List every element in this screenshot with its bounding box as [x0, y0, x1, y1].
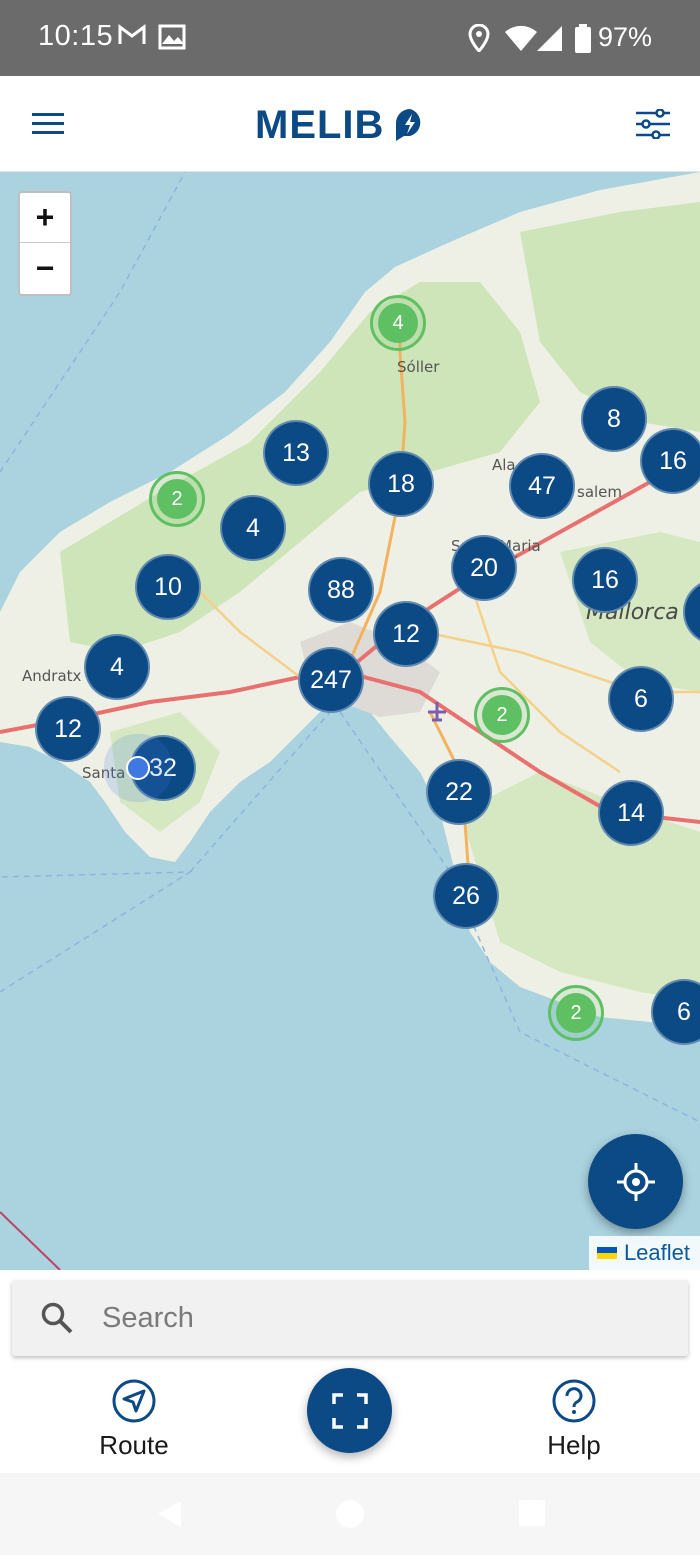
map-view[interactable]: + − Sóller Andratx Santa Ala salem Santa…	[0, 172, 700, 1270]
help-tab[interactable]: Help	[509, 1378, 639, 1461]
station-cluster[interactable]: 22	[426, 759, 492, 825]
station-cluster[interactable]: 2	[474, 687, 530, 743]
station-cluster[interactable]: 13	[263, 420, 329, 486]
navigation-arrow-icon	[112, 1379, 156, 1423]
qr-scan-icon	[331, 1392, 368, 1429]
station-cluster[interactable]: 16	[640, 428, 700, 494]
battery-percent: 97%	[598, 22, 653, 52]
station-cluster[interactable]: 12	[373, 601, 439, 667]
station-cluster[interactable]: 4	[84, 634, 150, 700]
place-label: Andratx	[22, 667, 82, 685]
back-icon[interactable]	[155, 1499, 183, 1529]
station-cluster[interactable]: 4	[220, 495, 286, 561]
place-label: Santa	[82, 764, 126, 782]
place-label: Sóller	[397, 358, 440, 376]
station-cluster[interactable]: 2	[548, 985, 604, 1041]
bolt-pin-icon	[396, 109, 421, 141]
station-cluster[interactable]: 47	[509, 453, 575, 519]
brand-logo: MELIB	[255, 103, 426, 147]
crosshair-locate-icon	[616, 1162, 655, 1201]
station-cluster[interactable]: 20	[451, 535, 517, 601]
status-bar: 10:15 97%	[0, 0, 700, 76]
app-root: 10:15 97% MELIB + − Sóller Andratx Santa…	[0, 0, 700, 1555]
station-cluster[interactable]: 88	[308, 557, 374, 623]
route-label: Route	[99, 1430, 169, 1460]
station-cluster[interactable]: 16	[572, 547, 638, 613]
scan-button[interactable]	[307, 1368, 392, 1453]
attribution-link[interactable]: Leaflet	[624, 1240, 690, 1266]
zoom-out-button[interactable]: −	[20, 243, 70, 293]
zoom-in-button[interactable]: +	[20, 193, 70, 243]
location-icon	[468, 23, 490, 57]
station-cluster[interactable]: 26	[433, 863, 499, 929]
station-cluster[interactable]: 2	[149, 471, 205, 527]
station-cluster[interactable]: 10	[135, 554, 201, 620]
home-icon[interactable]	[335, 1499, 365, 1529]
battery-icon	[574, 24, 592, 59]
station-cluster[interactable]: 14	[598, 780, 664, 846]
station-cluster[interactable]: 4	[370, 295, 426, 351]
station-cluster[interactable]: 18	[368, 451, 434, 517]
help-question-icon	[552, 1379, 596, 1423]
search-bar-container	[0, 1270, 700, 1366]
clock: 10:15	[38, 20, 114, 52]
user-location-marker	[126, 756, 150, 780]
search-icon	[41, 1302, 73, 1334]
wifi-icon	[504, 24, 538, 57]
ukraine-flag-icon	[596, 1247, 617, 1259]
map-tiles	[0, 172, 700, 1270]
recents-icon[interactable]	[518, 1499, 546, 1527]
map-attribution[interactable]: Leaflet	[588, 1236, 700, 1270]
filter-sliders-icon	[636, 109, 670, 139]
brand-name: MELIB	[255, 103, 385, 147]
place-label: salem	[577, 483, 623, 501]
help-label: Help	[547, 1430, 601, 1460]
signal-icon	[536, 24, 564, 57]
app-bar: MELIB	[0, 76, 700, 172]
gmail-icon	[118, 24, 146, 51]
search-bar[interactable]	[12, 1280, 688, 1356]
station-cluster[interactable]: 12	[35, 696, 101, 762]
station-cluster[interactable]: 8	[581, 386, 647, 452]
gallery-icon	[158, 24, 186, 55]
station-cluster[interactable]: 247	[298, 647, 364, 713]
route-tab[interactable]: Route	[69, 1378, 199, 1461]
bottom-navigation: Route Help	[0, 1366, 700, 1473]
hamburger-menu-icon	[32, 113, 64, 134]
filter-button[interactable]	[624, 96, 682, 152]
locate-me-button[interactable]	[588, 1134, 683, 1229]
search-input[interactable]	[102, 1301, 622, 1335]
station-cluster[interactable]: 6	[608, 666, 674, 732]
system-navigation-bar	[0, 1473, 700, 1555]
menu-button[interactable]	[20, 96, 76, 152]
zoom-control: + −	[18, 191, 72, 296]
